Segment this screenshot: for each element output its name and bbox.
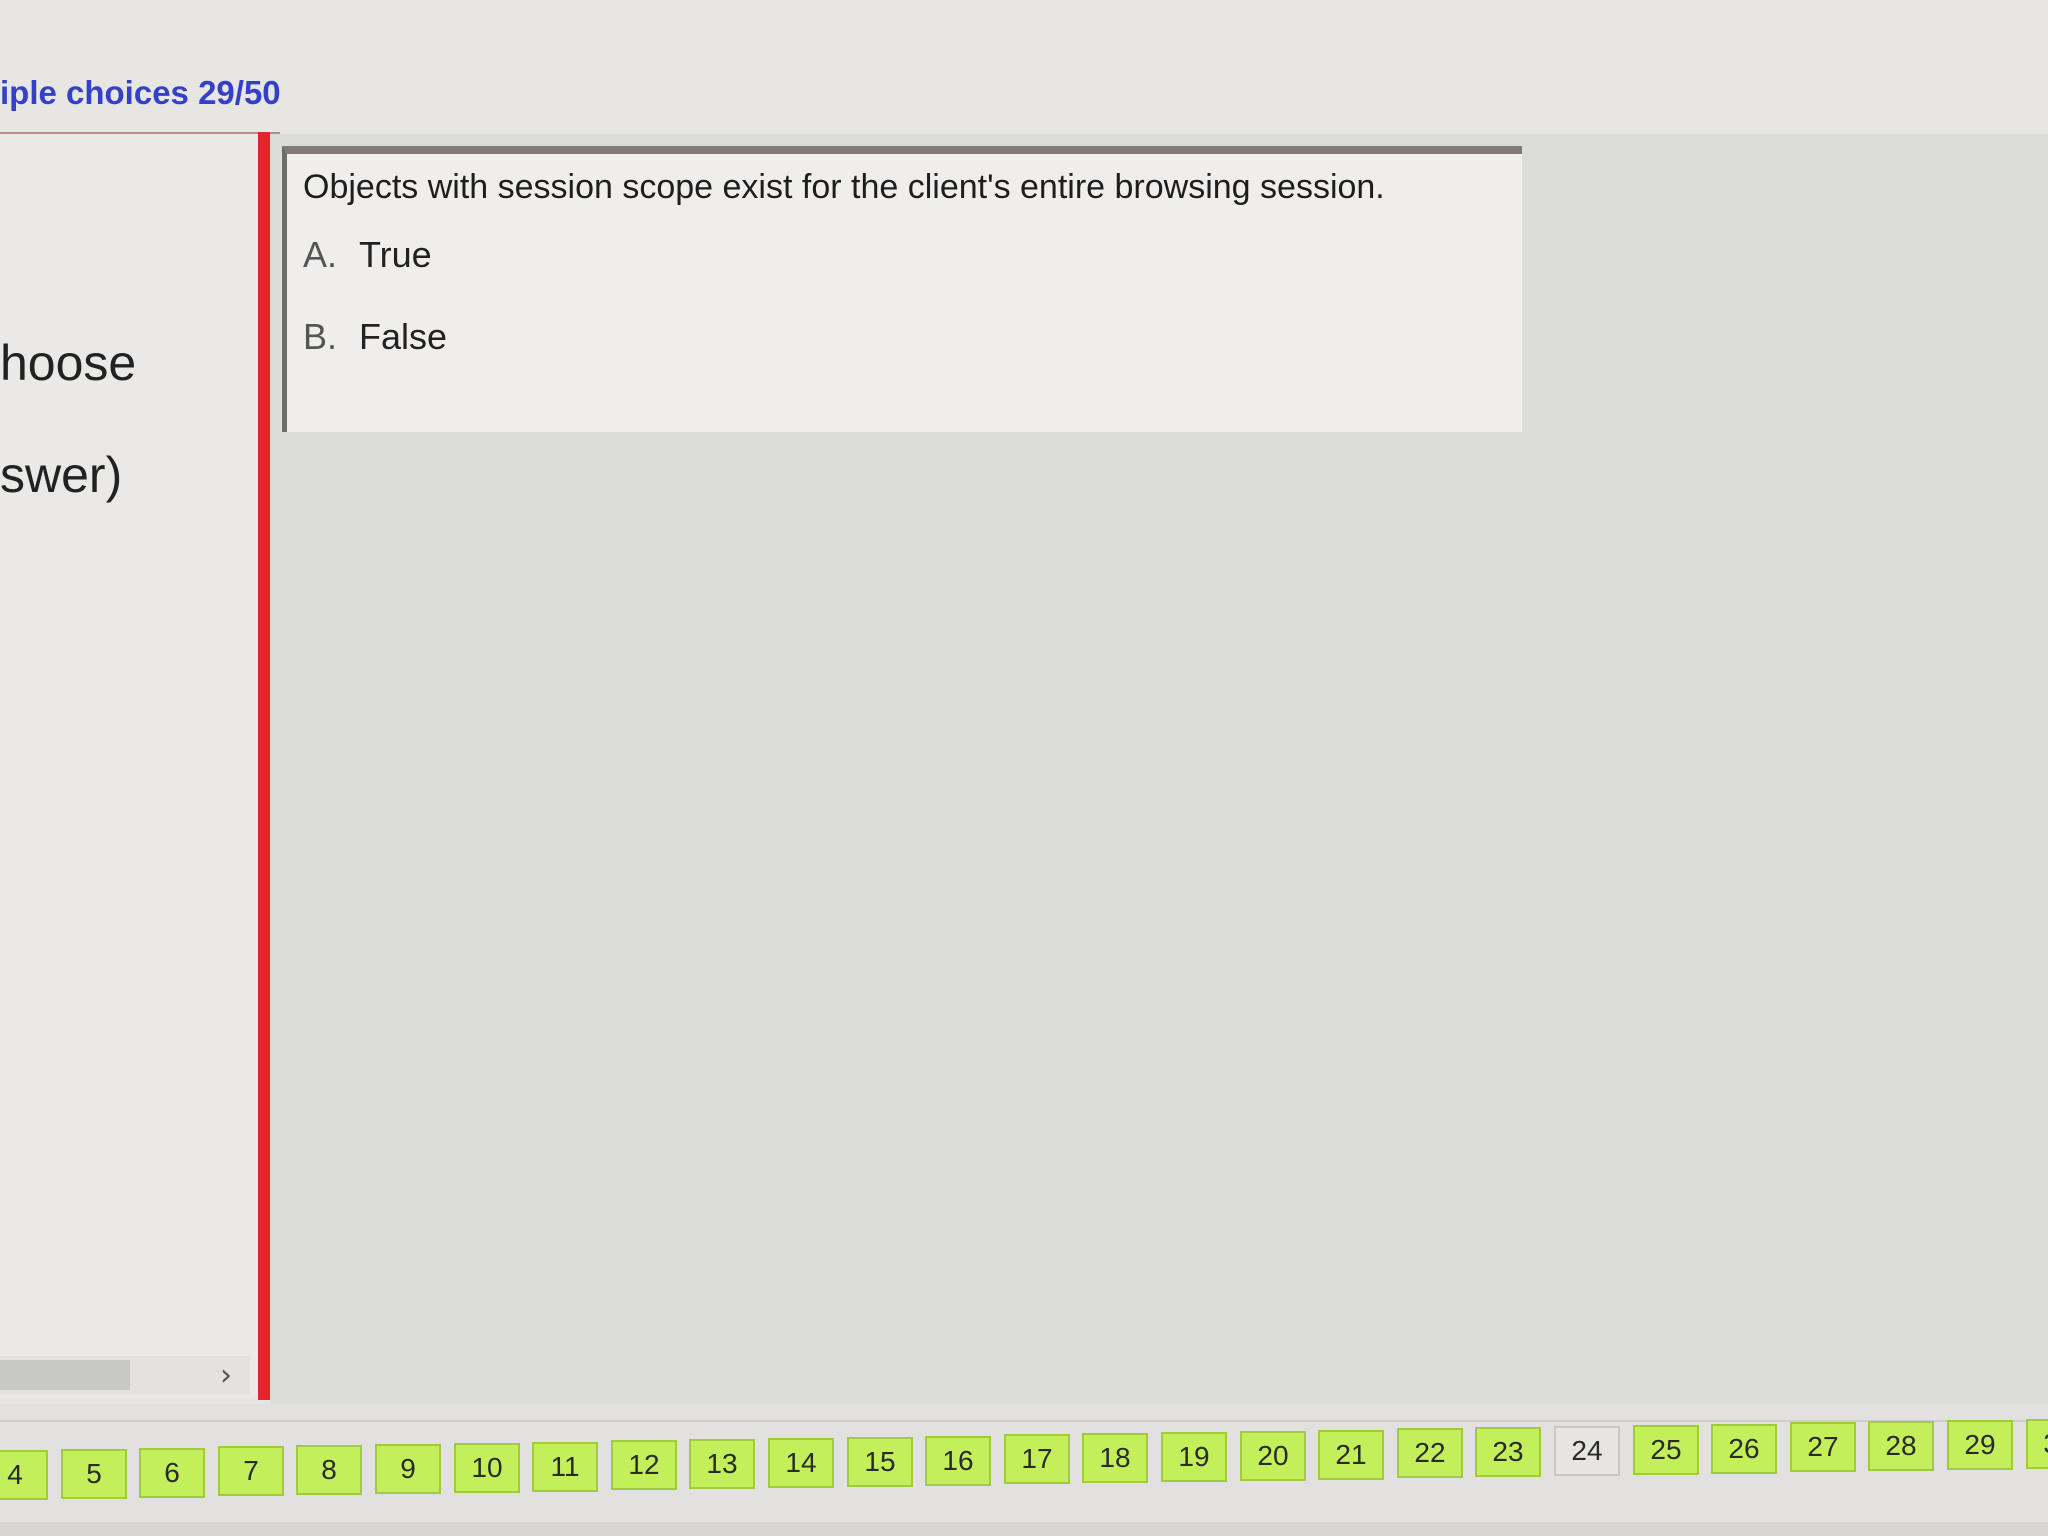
instructions-line-2: swer) [0, 447, 123, 503]
question-nav-button-26[interactable]: 26 [1711, 1424, 1777, 1474]
option-b[interactable]: B. False [303, 316, 447, 358]
question-nav-button-8[interactable]: 8 [296, 1445, 362, 1495]
question-nav-button-19[interactable]: 19 [1161, 1432, 1227, 1482]
question-nav-button-4[interactable]: 4 [0, 1450, 48, 1500]
bottom-strip [0, 1522, 2048, 1536]
option-a-label: True [359, 234, 432, 275]
question-nav-button-23[interactable]: 23 [1475, 1427, 1541, 1477]
section-progress-title: iple choices 29/50 [0, 74, 281, 111]
question-nav-button-27[interactable]: 27 [1790, 1422, 1856, 1472]
option-b-letter: B. [303, 316, 338, 357]
question-nav-button-9[interactable]: 9 [375, 1444, 441, 1494]
question-box: Objects with session scope exist for the… [282, 146, 1522, 432]
question-nav-button-16[interactable]: 16 [925, 1436, 991, 1486]
question-nav-button-7[interactable]: 7 [218, 1446, 284, 1496]
question-nav-button-10[interactable]: 10 [454, 1443, 520, 1493]
footer-divider [0, 1420, 2048, 1422]
question-text: Objects with session scope exist for the… [303, 168, 1385, 206]
question-nav-button-28[interactable]: 28 [1868, 1421, 1934, 1471]
option-a-letter: A. [303, 234, 338, 275]
question-nav-button-5[interactable]: 5 [61, 1449, 127, 1499]
instructions-line-1: hoose [0, 335, 137, 391]
question-nav-button-29[interactable]: 29 [1947, 1420, 2013, 1470]
instructions-panel: hoose swer) [0, 134, 258, 1398]
question-nav-button-13[interactable]: 13 [689, 1439, 755, 1489]
question-nav-button-12[interactable]: 12 [611, 1440, 677, 1490]
option-b-label: False [359, 316, 448, 357]
panel-splitter[interactable] [258, 132, 270, 1400]
question-nav-button-14[interactable]: 14 [768, 1438, 834, 1488]
header-bar: iple choices 29/50 [0, 0, 2048, 132]
question-nav-button-21[interactable]: 21 [1318, 1430, 1384, 1480]
question-nav-button-25[interactable]: 25 [1633, 1425, 1699, 1475]
scroll-right-icon[interactable]: › [220, 1358, 232, 1393]
question-nav-button-18[interactable]: 18 [1082, 1433, 1148, 1483]
question-nav-button-15[interactable]: 15 [847, 1437, 913, 1487]
horizontal-scrollbar-thumb[interactable] [0, 1360, 130, 1390]
question-nav-button-22[interactable]: 22 [1397, 1428, 1463, 1478]
option-a[interactable]: A. True [303, 234, 432, 276]
question-nav-button-17[interactable]: 17 [1004, 1434, 1070, 1484]
question-nav-button-20[interactable]: 20 [1240, 1431, 1306, 1481]
question-nav-button-6[interactable]: 6 [139, 1448, 205, 1498]
question-navigator: 4 5 6 7 8 9 10 11 12 13 14 15 16 17 18 19 20 21 22 23 24 25 26… [0, 1419, 2048, 1502]
question-nav-button-30[interactable]: 30 [2026, 1419, 2048, 1469]
question-nav-button-11[interactable]: 11 [532, 1442, 598, 1492]
question-nav-button-24[interactable]: 24 [1554, 1426, 1620, 1476]
